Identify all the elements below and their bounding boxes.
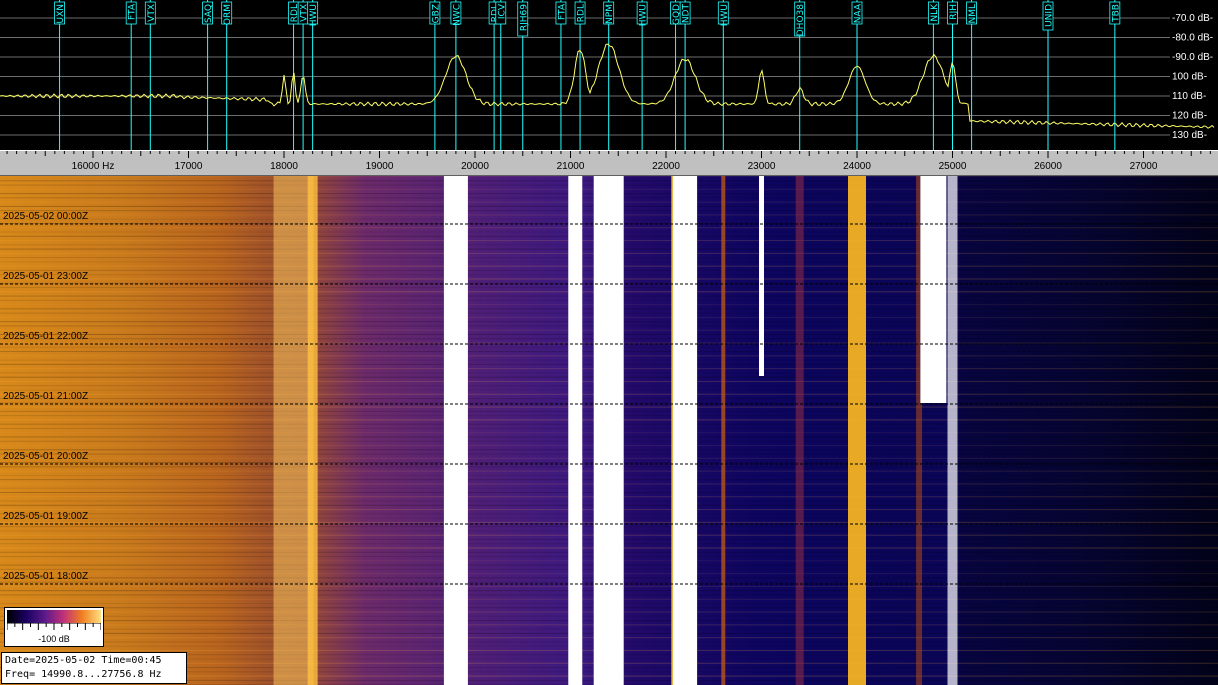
station-marker-label[interactable]: UNID <box>1042 1 1055 31</box>
db-label: 120 dB- <box>1172 111 1207 122</box>
station-marker-label[interactable]: ICV <box>495 1 508 25</box>
station-marker-label[interactable]: RJH <box>947 1 960 25</box>
svg-text:NWC: NWC <box>452 4 462 26</box>
freq-tick-label: 22000 <box>652 161 680 172</box>
svg-text:HWU: HWU <box>720 4 730 26</box>
svg-text:ORM: ORM <box>223 4 233 25</box>
station-marker-label[interactable]: NML <box>966 1 979 25</box>
db-label: -90.0 dB- <box>1172 52 1213 63</box>
svg-text:SAQ: SAQ <box>204 4 214 23</box>
signal-band <box>920 176 947 403</box>
db-label: 130 dB- <box>1172 130 1207 141</box>
svg-text:RJH: RJH <box>949 4 959 20</box>
svg-text:UNID: UNID <box>1045 4 1055 27</box>
spectrum-plot[interactable]: -70.0 dB- -80.0 dB- -90.0 dB- 100 dB- 110 dB… <box>0 0 1218 150</box>
station-marker-label[interactable]: UXN <box>54 1 66 25</box>
station-marker-label[interactable]: RJH69 <box>517 1 530 37</box>
svg-text:NLK: NLK <box>930 3 940 22</box>
signal-band <box>593 176 624 685</box>
info-frequency-range: Freq= 14990.8...27756.8 Hz <box>5 669 162 680</box>
freq-tick-label: 21000 <box>557 161 585 172</box>
station-marker-label[interactable]: NLK <box>928 1 940 25</box>
timestamp-label: 2025-05-01 19:00Z <box>3 511 89 522</box>
svg-text:GBZ: GBZ <box>431 4 441 23</box>
spectrum-svg: -70.0 dB- -80.0 dB- -90.0 dB- 100 dB- 110 dB… <box>0 0 1215 150</box>
freq-tick-label: 19000 <box>366 161 394 172</box>
db-label: -70.0 dB- <box>1172 13 1213 24</box>
svg-text:FTA: FTA <box>128 3 138 20</box>
timestamp-label: 2025-05-01 22:00Z <box>3 331 89 342</box>
db-label: 100 dB- <box>1172 72 1207 83</box>
svg-text:NML: NML <box>968 4 978 24</box>
svg-text:FTA: FTA <box>557 3 567 20</box>
svg-text:TBB: TBB <box>1111 4 1121 23</box>
signal-band <box>673 176 698 685</box>
waterfall-svg <box>0 176 1218 685</box>
svg-text:HWU: HWU <box>639 4 649 26</box>
freq-tick-label: 25000 <box>939 161 967 172</box>
frequency-axis-svg: 16000 Hz 17000 18000 19000 20000 21000 22000 23… <box>6 151 1211 172</box>
color-gradient <box>7 610 101 623</box>
freq-tick-label: 23000 <box>748 161 776 172</box>
freq-tick-label: 26000 <box>1034 161 1062 172</box>
freq-tick-label: 17000 <box>175 161 203 172</box>
svg-text:NAA: NAA <box>854 3 864 23</box>
info-box: Date=2025-05-02 Time=00:45 Freq= 14990.8… <box>1 652 187 684</box>
station-marker-label[interactable]: NPM <box>603 1 616 25</box>
station-marker-label[interactable]: DHO38 <box>794 1 807 37</box>
station-marker-label[interactable]: ORM <box>221 1 234 25</box>
station-marker-label[interactable]: NAA <box>851 1 864 25</box>
freq-tick-label: 16000 Hz <box>72 161 115 172</box>
freq-tick-label: 27000 <box>1130 161 1158 172</box>
svg-text:NDT: NDT <box>682 4 692 24</box>
station-marker-label[interactable]: VTX <box>144 1 157 25</box>
station-marker-label[interactable]: SAQ <box>202 1 215 25</box>
signal-band <box>947 176 958 685</box>
freq-tick-label: 24000 <box>843 161 871 172</box>
svg-text:HWU: HWU <box>309 4 319 26</box>
station-marker-label[interactable]: HWU <box>307 1 320 26</box>
svg-text:UXN: UXN <box>56 4 66 24</box>
station-marker-label[interactable]: TBB <box>1109 1 1122 25</box>
svg-text:NPM: NPM <box>605 4 615 24</box>
timestamp-label: 2025-05-01 23:00Z <box>3 271 89 282</box>
timestamp-label: 2025-05-02 00:00Z <box>3 211 89 222</box>
svg-text:VTX: VTX <box>147 4 157 22</box>
info-date-time: Date=2025-05-02 Time=00:45 <box>5 655 162 666</box>
frequency-axis: 16000 Hz 17000 18000 19000 20000 21000 22000 23… <box>0 150 1218 176</box>
station-marker-label[interactable]: NDT <box>679 1 692 25</box>
freq-tick-label: 18000 <box>270 161 298 172</box>
signal-band <box>307 176 318 685</box>
signal-band <box>848 176 866 685</box>
svg-text:ICV: ICV <box>497 3 507 19</box>
station-marker-label[interactable]: NWC <box>450 1 463 26</box>
svg-text:RDL: RDL <box>577 4 587 22</box>
station-marker-label[interactable]: RDL <box>574 1 587 25</box>
waterfall-display[interactable]: 2025-05-02 00:00Z 2025-05-01 23:00Z 2025-0… <box>0 176 1218 685</box>
signal-band <box>273 176 314 685</box>
color-scale-label: -100 dB <box>38 634 70 644</box>
signal-band <box>795 176 804 685</box>
station-marker-label[interactable]: HWU <box>717 1 730 26</box>
timestamp-label: 2025-05-01 20:00Z <box>3 451 89 462</box>
station-marker-label[interactable]: GBZ <box>429 1 442 25</box>
station-marker-label[interactable]: HWU <box>636 1 649 26</box>
station-marker-label[interactable]: FTA <box>125 1 138 25</box>
db-label: -80.0 dB- <box>1172 33 1213 44</box>
db-label: 110 dB- <box>1172 91 1206 102</box>
signal-band <box>568 176 583 685</box>
timestamp-label: 2025-05-01 21:00Z <box>3 391 89 402</box>
svg-text:RJH69: RJH69 <box>519 4 529 31</box>
timestamp-label: 2025-05-01 18:00Z <box>3 571 89 582</box>
signal-band <box>443 176 468 685</box>
svg-text:DHO38: DHO38 <box>796 4 806 37</box>
color-scale-legend: -100 dB <box>4 607 104 647</box>
station-marker-label[interactable]: FTA <box>555 1 568 25</box>
signal-band <box>759 176 764 376</box>
signal-band <box>721 176 726 685</box>
freq-tick-label: 20000 <box>461 161 489 172</box>
color-scale-ticks <box>7 623 101 630</box>
